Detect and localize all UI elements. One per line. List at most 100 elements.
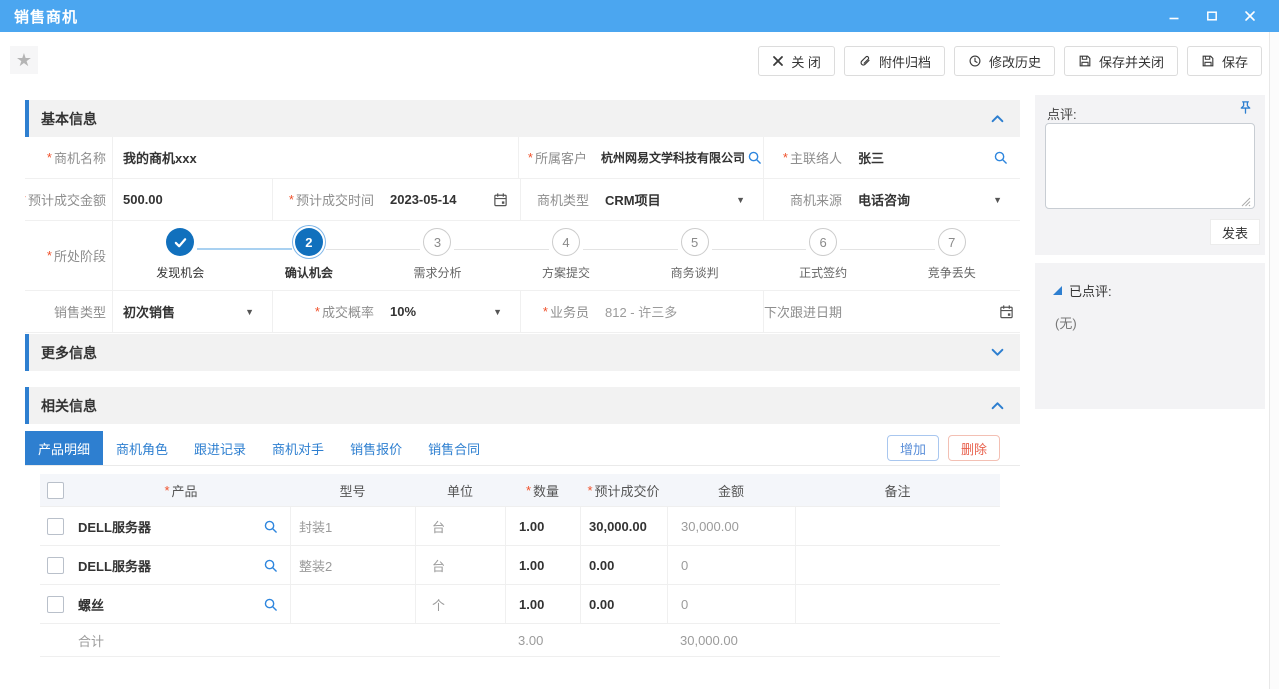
- titlebar: 销售商机: [0, 0, 1279, 32]
- product-cell[interactable]: 螺丝: [72, 585, 290, 623]
- column-header: 备注: [795, 474, 1000, 506]
- note-cell[interactable]: [795, 546, 1000, 584]
- next-follow-field[interactable]: [848, 291, 1020, 332]
- stage-5[interactable]: 5商务谈判: [630, 228, 759, 290]
- stage-2[interactable]: 2确认机会: [245, 228, 374, 290]
- tab-1[interactable]: 产品明细: [25, 431, 103, 465]
- sale-type-select[interactable]: 初次销售▼: [113, 291, 272, 332]
- section-header-more[interactable]: 更多信息: [25, 334, 1020, 371]
- row-checkbox[interactable]: [47, 518, 64, 535]
- main-form: 基本信息 商机名称 我的商机xxx 所属客户 杭州网易文学科技有限公司 主联络人…: [25, 100, 1020, 657]
- section-header-basic[interactable]: 基本信息: [25, 100, 1020, 137]
- amount-field[interactable]: 500.00: [113, 179, 272, 220]
- contact-field[interactable]: 张三: [848, 137, 1020, 178]
- salesman-field[interactable]: 812 - 许三多: [595, 291, 763, 332]
- row-checkbox[interactable]: [47, 596, 64, 613]
- model-cell[interactable]: 整装2: [290, 546, 415, 584]
- tab-4[interactable]: 商机对手: [259, 431, 337, 465]
- stage-name: 发现机会: [156, 264, 204, 281]
- pin-icon[interactable]: [1238, 100, 1253, 115]
- comment-label: 点评:: [1047, 104, 1077, 123]
- history-button[interactable]: 修改历史: [954, 46, 1055, 76]
- column-header: 单位: [415, 474, 505, 506]
- save-and-close-button[interactable]: 保存并关闭: [1064, 46, 1178, 76]
- calendar-icon[interactable]: [999, 304, 1014, 319]
- qty-cell[interactable]: 1.00: [505, 546, 580, 584]
- add-row-button[interactable]: 增加: [887, 435, 939, 461]
- chevron-down-icon[interactable]: ▼: [245, 307, 254, 317]
- stage-4[interactable]: 4方案提交: [502, 228, 631, 290]
- star-icon: ★: [16, 50, 32, 71]
- price-cell[interactable]: 0.00: [580, 585, 667, 623]
- scrollbar[interactable]: [1269, 32, 1279, 689]
- stage-number[interactable]: 3: [423, 228, 451, 256]
- comment-textarea[interactable]: [1045, 123, 1255, 209]
- close-window-button[interactable]: [1243, 9, 1257, 23]
- opp-type-select[interactable]: CRM项目▼: [595, 179, 763, 220]
- price-cell[interactable]: 0.00: [580, 546, 667, 584]
- qty-cell[interactable]: 1.00: [505, 507, 580, 545]
- select-all-checkbox[interactable]: [47, 482, 64, 499]
- tab-6[interactable]: 销售合同: [415, 431, 493, 465]
- collapse-triangle-icon: [1053, 286, 1062, 295]
- favorite-star-button[interactable]: ★: [10, 46, 38, 74]
- probability-select[interactable]: 10%▼: [380, 291, 520, 332]
- stage-number[interactable]: 5: [681, 228, 709, 256]
- model-cell[interactable]: 封装1: [290, 507, 415, 545]
- stage-7[interactable]: 7 竞争丢失: [887, 228, 1016, 290]
- deal-date-field[interactable]: 2023-05-14: [380, 179, 520, 220]
- product-cell[interactable]: DELL服务器: [72, 546, 290, 584]
- publish-comment-button[interactable]: 发表: [1210, 219, 1260, 245]
- qty-cell[interactable]: 1.00: [505, 585, 580, 623]
- chevron-down-icon[interactable]: [991, 348, 1004, 357]
- stage-number[interactable]: 6: [809, 228, 837, 256]
- customer-field[interactable]: 杭州网易文学科技有限公司: [593, 137, 763, 178]
- clock-icon: [968, 54, 982, 68]
- search-icon[interactable]: [263, 558, 278, 573]
- note-cell[interactable]: [795, 507, 1000, 545]
- search-icon[interactable]: [747, 150, 762, 165]
- stage-number[interactable]: 7: [938, 228, 966, 256]
- save-button[interactable]: 保存: [1187, 46, 1262, 76]
- tab-2[interactable]: 商机角色: [103, 431, 181, 465]
- stage-3[interactable]: 3 需求分析: [373, 228, 502, 290]
- model-cell[interactable]: [290, 585, 415, 623]
- section-header-related[interactable]: 相关信息: [25, 387, 1020, 424]
- search-icon[interactable]: [993, 150, 1008, 165]
- stage-name: 需求分析: [413, 264, 461, 281]
- opportunity-name-field[interactable]: 我的商机xxx: [113, 137, 518, 178]
- attachment-archive-button[interactable]: 附件归档: [844, 46, 945, 76]
- chevron-down-icon[interactable]: ▼: [993, 195, 1002, 205]
- stage-check-icon[interactable]: [166, 228, 194, 256]
- form-row-stage: 所处阶段 发现机会2确认机会3需求分析4方案提交5商务谈判6正式签约7竞争丢失: [25, 221, 1020, 291]
- opp-type-label: 商机类型: [520, 179, 595, 220]
- close-icon: [772, 55, 784, 67]
- search-icon[interactable]: [263, 597, 278, 612]
- toolbar: 关 闭 附件归档 修改历史 保存并关闭 保存: [749, 46, 1262, 76]
- chevron-up-icon[interactable]: [991, 401, 1004, 410]
- search-icon[interactable]: [263, 519, 278, 534]
- chevron-up-icon[interactable]: [991, 114, 1004, 123]
- chevron-down-icon[interactable]: ▼: [736, 195, 745, 205]
- stage-name: 竞争丢失: [928, 264, 976, 281]
- price-cell[interactable]: 30,000.00: [580, 507, 667, 545]
- source-select[interactable]: 电话咨询▼: [848, 179, 1020, 220]
- stage-6[interactable]: 6正式签约: [759, 228, 888, 290]
- product-cell[interactable]: DELL服务器: [72, 507, 290, 545]
- contact-label: 主联络人: [763, 137, 848, 178]
- tab-3[interactable]: 跟进记录: [181, 431, 259, 465]
- stage-number[interactable]: 4: [552, 228, 580, 256]
- related-tabs: 产品明细商机角色跟进记录商机对手销售报价销售合同 增加 删除: [25, 431, 1020, 466]
- note-cell[interactable]: [795, 585, 1000, 623]
- row-checkbox[interactable]: [47, 557, 64, 574]
- maximize-button[interactable]: [1205, 9, 1219, 23]
- calendar-icon[interactable]: [493, 192, 508, 207]
- delete-row-button[interactable]: 删除: [948, 435, 1000, 461]
- tab-5[interactable]: 销售报价: [337, 431, 415, 465]
- reviewed-header[interactable]: 已点评:: [1053, 281, 1112, 300]
- minimize-button[interactable]: [1167, 9, 1181, 23]
- close-button[interactable]: 关 闭: [758, 46, 835, 76]
- stage-1[interactable]: 发现机会: [116, 228, 245, 290]
- stage-number[interactable]: 2: [295, 228, 323, 256]
- chevron-down-icon[interactable]: ▼: [493, 307, 502, 317]
